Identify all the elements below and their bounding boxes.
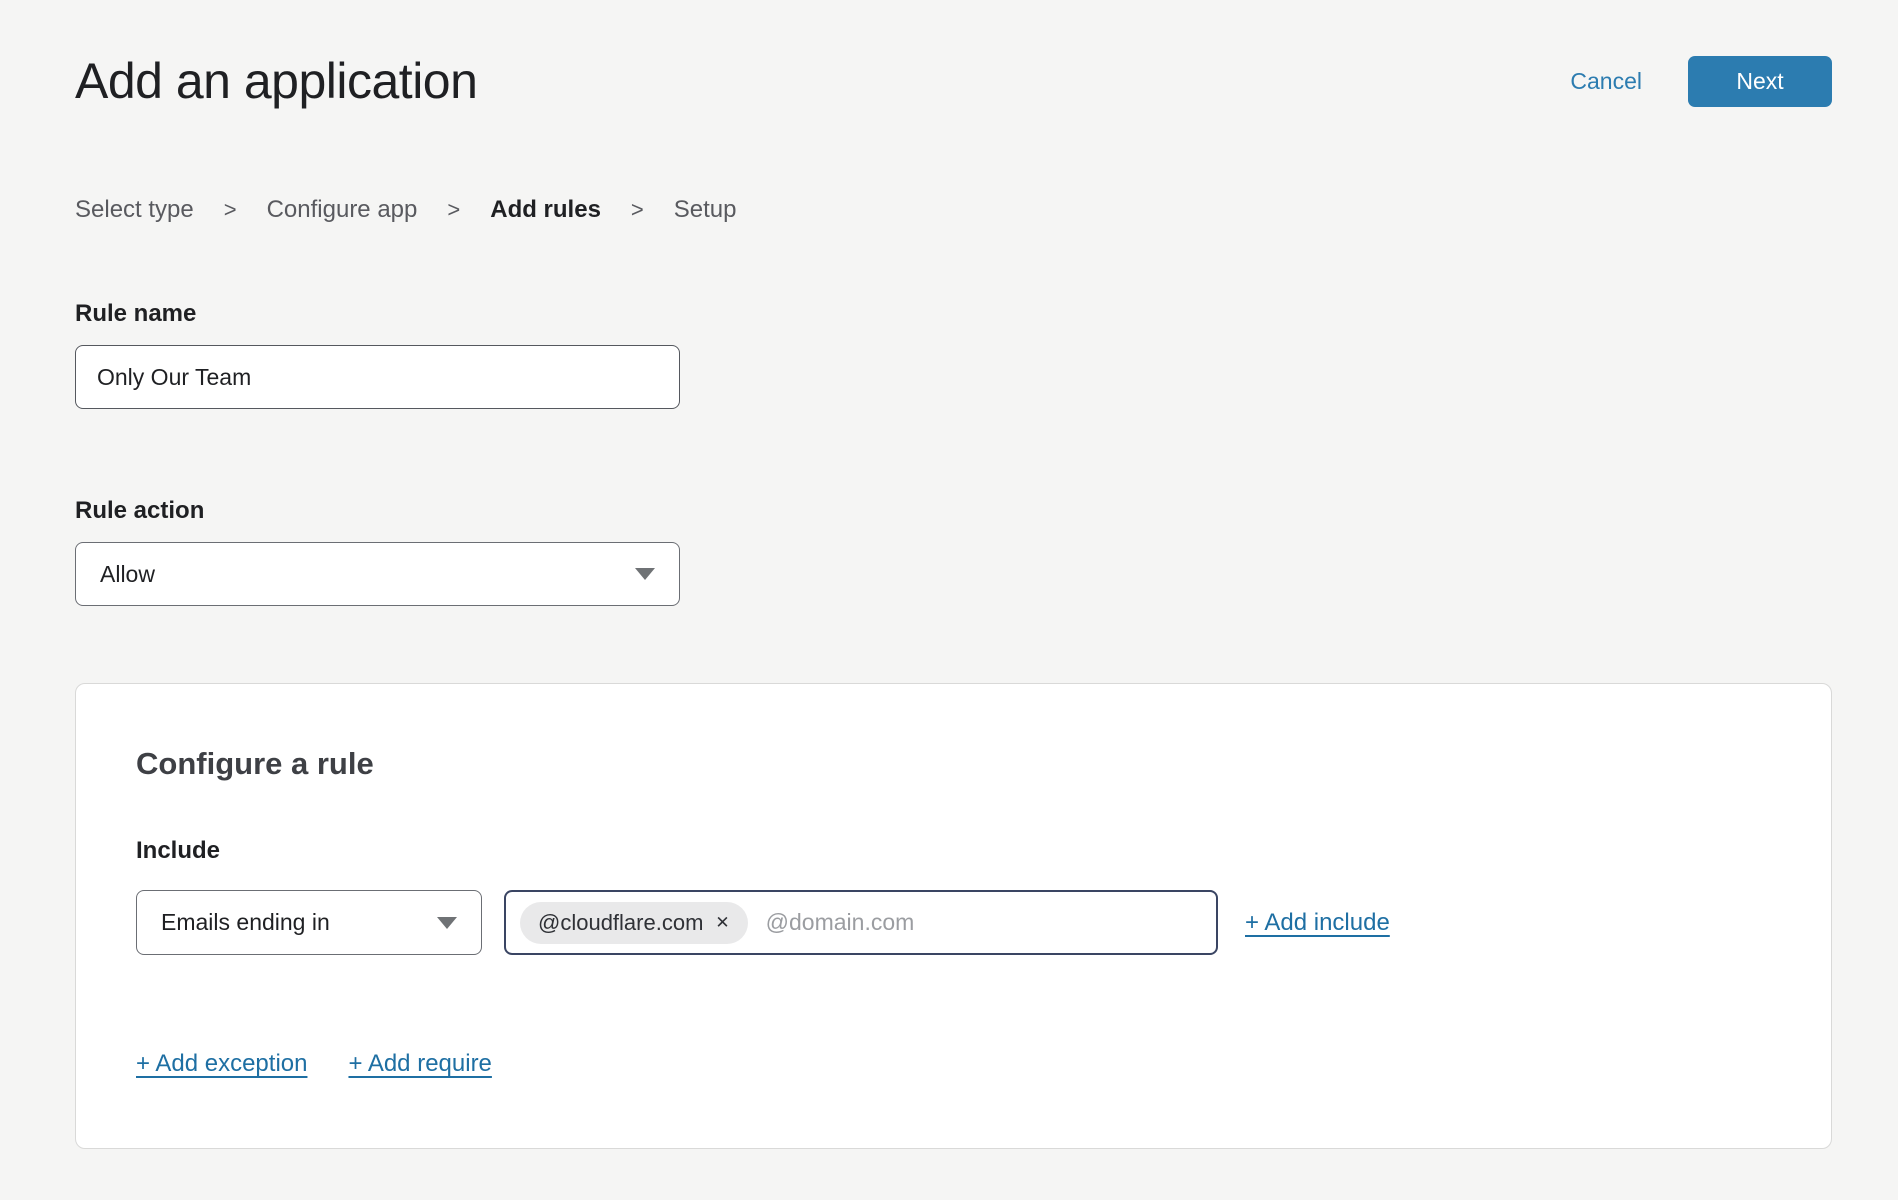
- add-links-row: + Add exception + Add require: [136, 1050, 1771, 1078]
- rule-action-label: Rule action: [75, 497, 1832, 525]
- breadcrumb-step-select-type[interactable]: Select type: [75, 196, 194, 224]
- email-domain-tag-input[interactable]: @cloudflare.com ✕: [504, 890, 1218, 955]
- cancel-button[interactable]: Cancel: [1570, 68, 1642, 95]
- email-domain-tag-label: @cloudflare.com: [538, 910, 703, 936]
- breadcrumb-step-add-rules[interactable]: Add rules: [490, 196, 601, 224]
- rule-name-input[interactable]: [75, 345, 680, 409]
- card-title: Configure a rule: [136, 746, 1771, 782]
- chevron-down-icon: [437, 917, 457, 929]
- rule-name-label: Rule name: [75, 300, 1832, 328]
- rule-action-selected-value: Allow: [100, 561, 155, 588]
- page-content: Add an application Cancel Next Select ty…: [75, 0, 1832, 1149]
- breadcrumb-step-configure-app[interactable]: Configure app: [267, 196, 418, 224]
- page-title: Add an application: [75, 52, 477, 110]
- email-domain-tag: @cloudflare.com ✕: [520, 902, 748, 944]
- breadcrumb-separator: >: [224, 197, 237, 223]
- chevron-down-icon: [635, 568, 655, 580]
- add-require-link[interactable]: + Add require: [348, 1050, 491, 1078]
- breadcrumb-step-setup[interactable]: Setup: [674, 196, 737, 224]
- include-selector-select[interactable]: Emails ending in: [136, 890, 482, 955]
- next-button[interactable]: Next: [1688, 56, 1832, 107]
- include-selector-value: Emails ending in: [161, 909, 330, 936]
- email-domain-input[interactable]: [766, 909, 1202, 936]
- breadcrumb-separator: >: [447, 197, 460, 223]
- page-header: Add an application Cancel Next: [75, 52, 1832, 110]
- breadcrumb: Select type > Configure app > Add rules …: [75, 196, 1832, 224]
- breadcrumb-separator: >: [631, 197, 644, 223]
- add-exception-link[interactable]: + Add exception: [136, 1050, 307, 1078]
- configure-rule-card: Configure a rule Include Emails ending i…: [75, 683, 1832, 1149]
- remove-tag-icon[interactable]: ✕: [715, 914, 729, 931]
- include-label: Include: [136, 837, 1771, 865]
- header-actions: Cancel Next: [1570, 56, 1832, 107]
- add-include-link[interactable]: + Add include: [1245, 909, 1390, 937]
- include-rule-row: Emails ending in @cloudflare.com ✕ + Add…: [136, 890, 1771, 955]
- rule-action-select[interactable]: Allow: [75, 542, 680, 606]
